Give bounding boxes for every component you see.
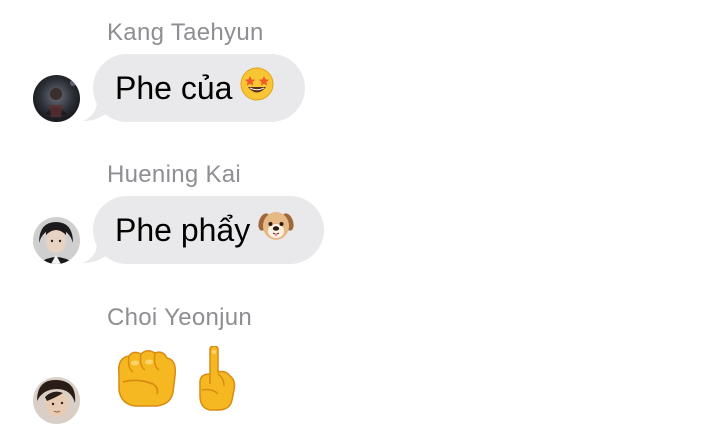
sender-name: Huening Kai: [107, 161, 242, 188]
message-text: Phe phẩy: [115, 211, 251, 248]
avatar[interactable]: [33, 377, 80, 424]
message-bubble[interactable]: Phe của: [93, 54, 305, 122]
avatar[interactable]: [33, 217, 80, 264]
avatar[interactable]: [33, 75, 80, 122]
dog-face-icon: [258, 209, 294, 251]
message-bubble[interactable]: Phe phẩy: [93, 196, 324, 264]
message-text: Phe của: [115, 69, 233, 106]
star-struck-icon: [240, 67, 274, 109]
sender-name: Choi Yeonjun: [107, 304, 253, 331]
pointing-up-icon[interactable]: [194, 345, 238, 417]
oncoming-fist-icon[interactable]: [113, 348, 181, 413]
sender-name: Kang Taehyun: [107, 19, 264, 46]
